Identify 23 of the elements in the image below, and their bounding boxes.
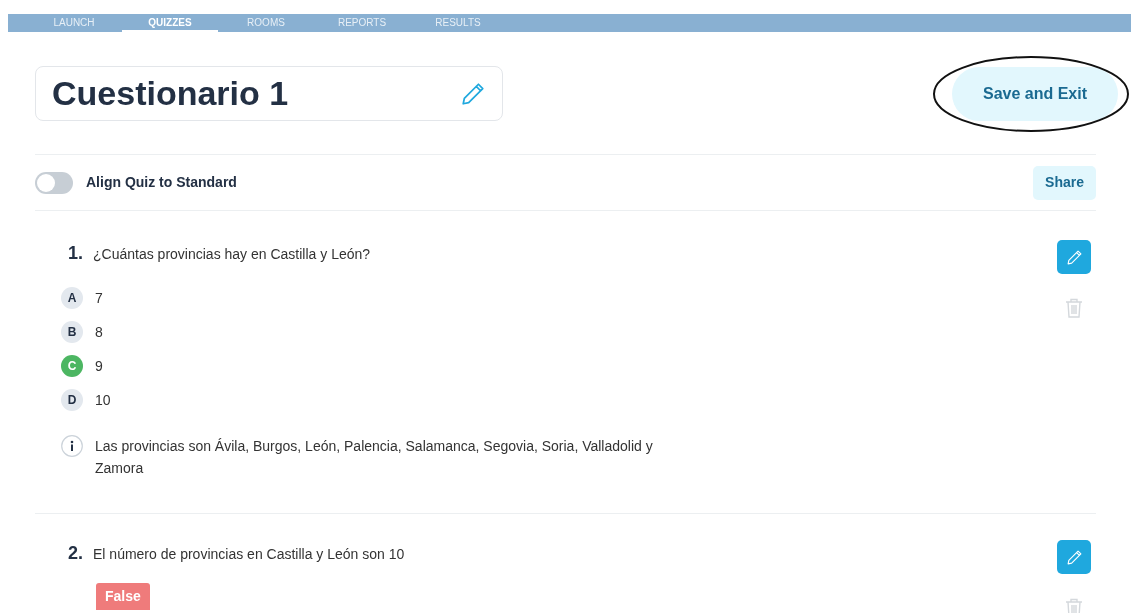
save-and-exit-button[interactable]: Save and Exit [952, 66, 1118, 121]
nav-tab[interactable]: QUIZZES [122, 14, 218, 32]
answer-label: False [96, 583, 150, 610]
nav-tab[interactable]: ROOMS [218, 14, 314, 32]
option-letter: D [61, 389, 83, 411]
option-text: 10 [95, 390, 111, 410]
question-text: ¿Cuántas provincias hay en Castilla y León? [93, 245, 371, 264]
question-number: 2. [68, 542, 83, 565]
option-letter: B [61, 321, 83, 343]
option-letter: A [61, 287, 83, 309]
share-button[interactable]: Share [1033, 165, 1096, 200]
option-text: 9 [95, 356, 103, 376]
option-text: 8 [95, 322, 103, 342]
title-field[interactable]: Cuestionario 1 [35, 66, 503, 121]
question-text: El número de provincias en Castilla y León son 10 [93, 545, 405, 564]
option-text: 7 [95, 288, 103, 308]
question-number: 1. [68, 242, 83, 265]
nav-tab[interactable]: RESULTS [410, 14, 506, 32]
nav-tab[interactable]: REPORTS [314, 14, 410, 32]
explanation-text: Las provincias son Ávila, Burgos, León, Palencia, Salamanca, Segovia, Soria, Valladolid y Zamora [95, 437, 654, 478]
option-letter: C [61, 355, 83, 377]
toggle-label: Align Quiz to Standard [86, 173, 237, 192]
nav-tab[interactable]: LAUNCH [26, 14, 122, 32]
